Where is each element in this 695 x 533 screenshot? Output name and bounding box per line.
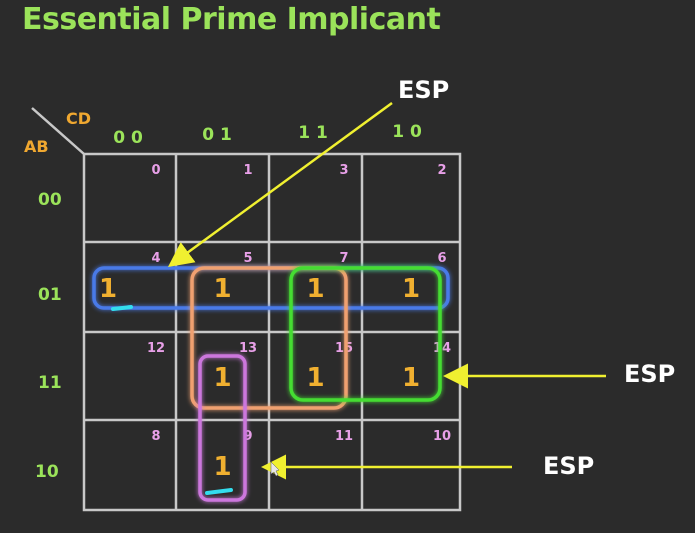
esp-label-bottom: ESP <box>543 452 595 480</box>
cell-index-7: 7 <box>339 251 348 266</box>
cell-value-13: 1 <box>213 363 231 393</box>
cell-value-9: 1 <box>213 452 231 482</box>
col-label-00: 0 0 <box>113 128 143 148</box>
row-label-10: 10 <box>35 462 59 482</box>
esp-label-top: ESP <box>398 76 450 104</box>
kmap-grid <box>82 152 462 512</box>
cell-index-6: 6 <box>437 251 446 266</box>
col-label-01: 0 1 <box>202 125 232 145</box>
row-label-00: 00 <box>38 190 62 210</box>
col-label-10: 1 0 <box>392 122 422 142</box>
cell-index-2: 2 <box>437 163 446 178</box>
row-variable-label: AB <box>24 137 49 156</box>
cell-index-4: 4 <box>151 251 160 266</box>
col-label-11: 1 1 <box>298 123 328 143</box>
esp-label-middle: ESP <box>624 360 676 388</box>
cell-index-1: 1 <box>243 163 252 178</box>
cell-index-10: 10 <box>433 429 451 444</box>
cell-value-15: 1 <box>306 363 324 393</box>
cell-index-8: 8 <box>151 429 160 444</box>
underline-cell-9 <box>205 488 233 495</box>
cell-index-5: 5 <box>243 251 252 266</box>
cell-value-14: 1 <box>402 363 420 393</box>
cell-value-6: 1 <box>402 274 420 304</box>
row-label-11: 11 <box>38 373 62 393</box>
col-variable-label: CD <box>66 109 91 128</box>
cursor-icon <box>270 461 280 477</box>
cell-value-5: 1 <box>213 274 231 304</box>
underline-cell-4 <box>111 305 133 311</box>
cell-value-7: 1 <box>306 274 324 304</box>
cell-index-15: 15 <box>335 341 353 356</box>
cell-index-13: 13 <box>239 341 257 356</box>
cell-index-12: 12 <box>147 341 165 356</box>
row-label-01: 01 <box>38 285 62 305</box>
cell-index-0: 0 <box>151 163 160 178</box>
cell-index-14: 14 <box>433 341 451 356</box>
row-01-group <box>92 266 450 310</box>
kmap-cells: 0 1 3 24151716112 1311511418 9111 10 <box>99 163 451 482</box>
cell-index-3: 3 <box>339 163 348 178</box>
cell-index-11: 11 <box>335 429 353 444</box>
cell-value-4: 1 <box>99 274 117 304</box>
